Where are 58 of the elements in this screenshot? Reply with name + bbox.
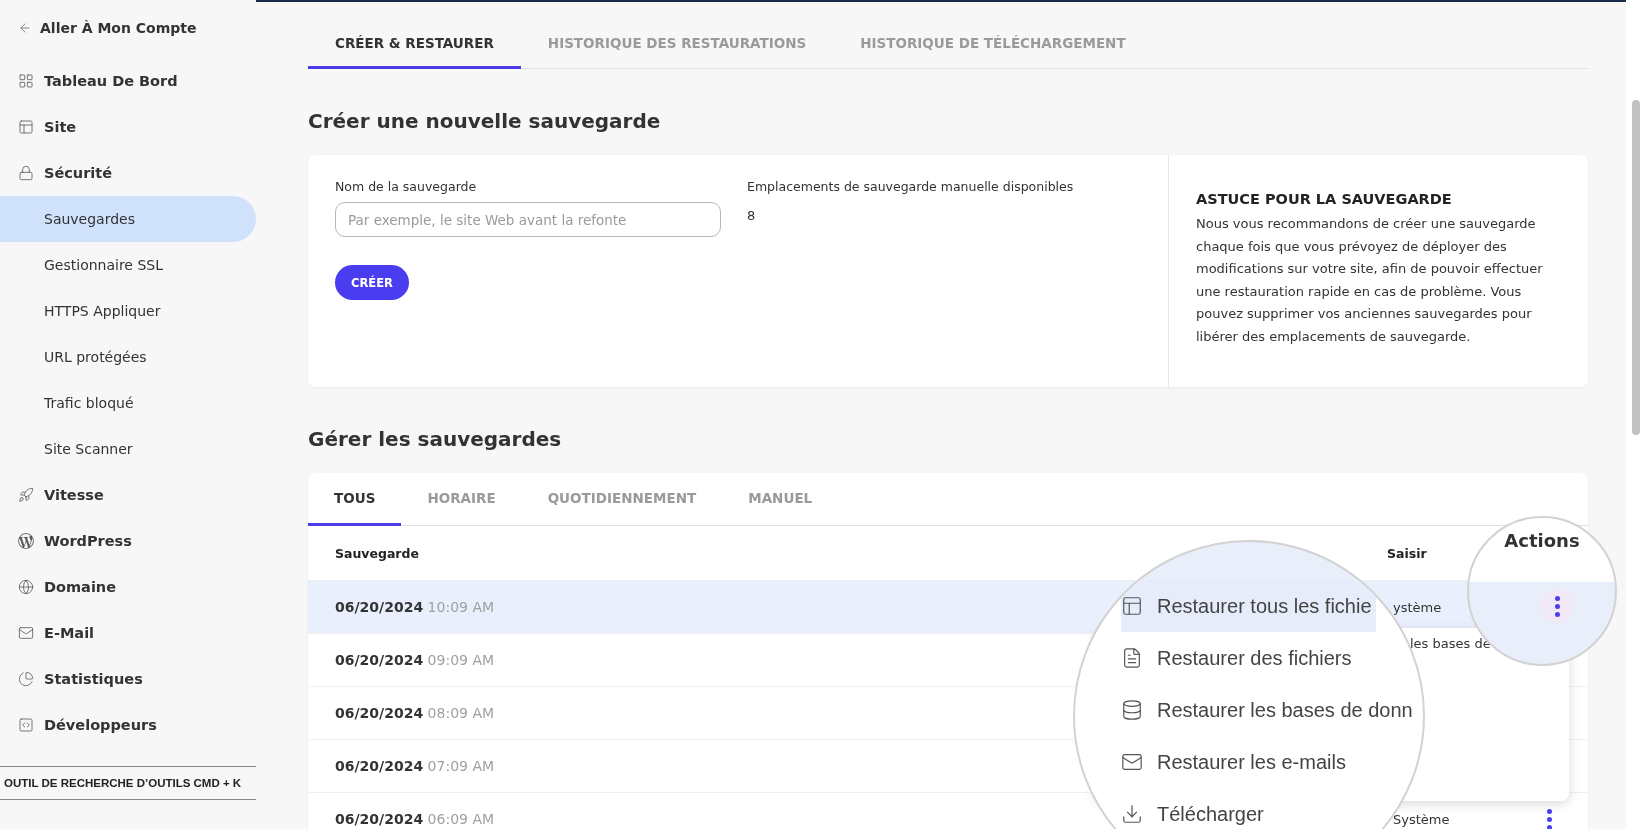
sidebar-item[interactable]: Tableau De Bord bbox=[0, 58, 256, 104]
column-header: Saisir bbox=[1387, 545, 1428, 561]
mail-icon bbox=[18, 625, 34, 641]
menu-item[interactable]: Restaurer des fichiers bbox=[1121, 632, 1356, 684]
tip-title: ASTUCE POUR LA SAUVEGARDE bbox=[1196, 191, 1453, 207]
database-icon bbox=[1121, 699, 1143, 721]
sidebar-subitem[interactable]: HTTPS Appliquer bbox=[0, 288, 256, 334]
menu-item[interactable]: Restaurer tous les fichie bbox=[1121, 580, 1376, 632]
type-cell-text: Système bbox=[1392, 811, 1451, 827]
sidebar-subitem[interactable]: Site Scanner bbox=[0, 426, 256, 472]
browser-window-icon bbox=[18, 119, 34, 135]
menu-item[interactable]: Restaurer les bases de donn bbox=[1121, 684, 1417, 736]
lock-icon bbox=[18, 165, 34, 181]
mail-icon bbox=[1121, 751, 1143, 773]
sidebar-item[interactable]: Sécurité bbox=[0, 150, 256, 196]
backup-date: 06/20/2024 08:09 AM bbox=[335, 705, 495, 721]
more-options-button[interactable] bbox=[1540, 589, 1574, 623]
w-logo-icon bbox=[18, 533, 34, 549]
section-heading: Créer une nouvelle sauvegarde bbox=[308, 109, 662, 133]
tab[interactable]: TOUS bbox=[308, 473, 402, 526]
sidebar-item[interactable]: Domaine bbox=[0, 564, 256, 610]
sidebar-item[interactable]: Développeurs bbox=[0, 702, 256, 748]
field-label: Emplacements de sauvegarde manuelle disponibles bbox=[747, 179, 1074, 194]
menu-item[interactable]: Restaurer les e-mails bbox=[1121, 736, 1350, 788]
sidebar-item[interactable]: E-Mail bbox=[0, 610, 256, 656]
backup-name-field[interactable]: Par exemple, le site Web avant la refonte bbox=[335, 202, 721, 237]
backup-date: 06/20/2024 09:09 AM bbox=[335, 652, 495, 668]
sidebar-subitem[interactable]: Gestionnaire SSL bbox=[0, 242, 256, 288]
scrollbar-thumb[interactable] bbox=[1632, 100, 1640, 435]
pie-chart-icon bbox=[18, 671, 34, 687]
backup-date: 06/20/2024 07:09 AM bbox=[335, 758, 495, 774]
sidebar-subitem[interactable]: Trafic bloqué bbox=[0, 380, 256, 426]
sidebar-item[interactable]: Statistiques bbox=[0, 656, 256, 702]
field-label: Nom de la sauvegarde bbox=[335, 179, 478, 194]
sidebar-item[interactable]: Vitesse bbox=[0, 472, 256, 518]
column-header: Actions bbox=[1504, 530, 1580, 551]
tab[interactable]: CRÉER & RESTAURER bbox=[308, 20, 521, 69]
backup-date: 06/20/2024 10:09 AM bbox=[335, 599, 495, 615]
section-heading: Gérer les sauvegardes bbox=[308, 427, 563, 451]
tip-text: Nous vous recommandons de créer une sauvegarde chaque fois que vous prévoyez de déployer des modifications sur votre site, afin de pouvoir effectuer une restauration rapide en cas de problème. Vous pouvez supprimer vos anciennes sauvegardes pour libérer des emplacements de sauvegarde. bbox=[1196, 215, 1544, 346]
backup-date: 06/20/2024 06:09 AM bbox=[335, 811, 495, 827]
sidebar-subitem[interactable]: Sauvegardes bbox=[0, 196, 256, 242]
back-link[interactable]: Aller À Mon Compte bbox=[0, 14, 256, 42]
rocket-icon bbox=[18, 487, 34, 503]
document-icon bbox=[1121, 647, 1143, 669]
globe-icon bbox=[18, 579, 34, 595]
sidebar-subitem[interactable]: URL protégées bbox=[0, 334, 256, 380]
column-header: Sauvegarde bbox=[335, 545, 420, 561]
browser-window-icon bbox=[1121, 595, 1143, 617]
sidebar-item[interactable]: WordPress bbox=[0, 518, 256, 564]
download-icon bbox=[1121, 803, 1143, 825]
grid-icon bbox=[18, 73, 34, 89]
tool-search-link[interactable]: OUTIL DE RECHERCHE D’OUTILS CMD + K bbox=[0, 767, 256, 800]
slots-count: 8 bbox=[747, 208, 757, 223]
code-icon bbox=[18, 717, 34, 733]
sidebar-item[interactable]: Site bbox=[0, 104, 256, 150]
create-button[interactable]: CRÉER bbox=[335, 265, 409, 300]
type-cell-text: ystème bbox=[1392, 599, 1443, 615]
